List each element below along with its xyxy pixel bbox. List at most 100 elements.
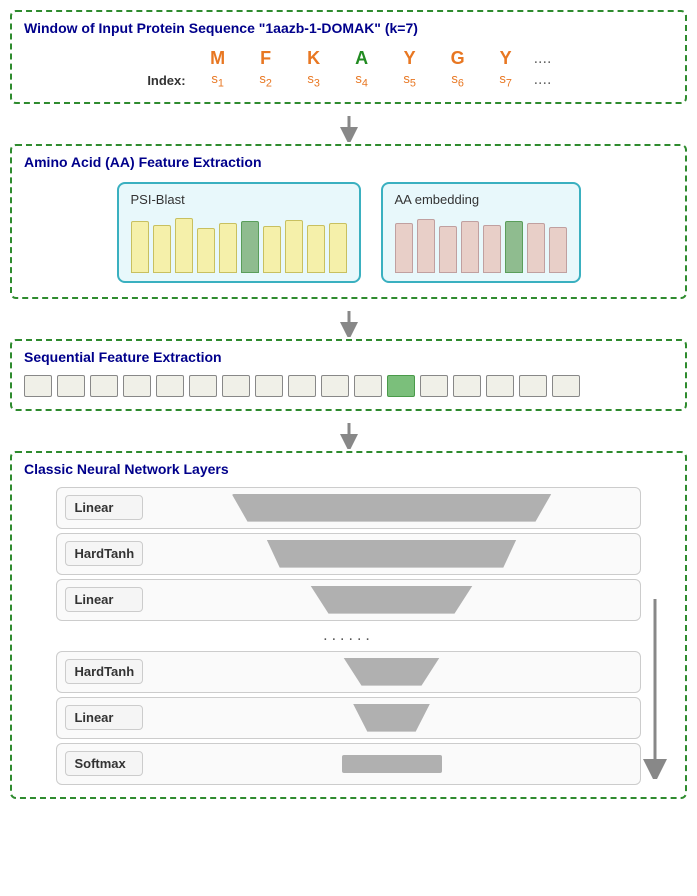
- residue-A: A: [338, 46, 386, 71]
- aa-feature-row: PSI-Blast AA embedding: [24, 176, 673, 289]
- bar-3: [175, 218, 193, 273]
- sq-8: [255, 375, 283, 397]
- residue-dots: ....: [534, 50, 552, 68]
- psi-blast-box: PSI-Blast: [117, 182, 361, 283]
- idx-3: s3: [290, 71, 338, 90]
- idx-6: s6: [434, 71, 482, 90]
- idx-7: s7: [482, 71, 530, 90]
- layer-label-linear-1: Linear: [65, 495, 143, 520]
- bar-1: [131, 221, 149, 273]
- nn-layer-linear-2: Linear: [56, 579, 640, 621]
- bar-4: [197, 228, 215, 273]
- idx-1: s1: [194, 71, 242, 90]
- sq-5: [156, 375, 184, 397]
- section-aa-feature: Amino Acid (AA) Feature Extraction PSI-B…: [10, 144, 687, 299]
- residue-G: G: [434, 46, 482, 71]
- layer-label-hardtanh-2: HardTanh: [65, 659, 143, 684]
- section4-title: Classic Neural Network Layers: [24, 461, 673, 477]
- section-neural-network: Classic Neural Network Layers Linear Har…: [10, 451, 687, 799]
- trap-container-6: [151, 748, 631, 780]
- idx-2: s2: [242, 71, 290, 90]
- embed-bar-1: [395, 223, 413, 273]
- idx-4: s4: [338, 71, 386, 90]
- nn-dots: ......: [323, 627, 374, 645]
- index-dots: ....: [534, 71, 552, 89]
- residue-K: K: [290, 46, 338, 71]
- sq-3: [90, 375, 118, 397]
- embed-bar-3: [439, 226, 457, 273]
- section-sequential-feature: Sequential Feature Extraction: [10, 339, 687, 411]
- trap-container-5: [151, 702, 631, 734]
- sq-10: [321, 375, 349, 397]
- residue-Y2: Y: [482, 46, 530, 71]
- trapezoid-narrow-2: [337, 704, 447, 732]
- bar-8: [285, 220, 303, 273]
- sequential-feature-boxes: [24, 371, 673, 401]
- bar-7: [263, 226, 281, 273]
- psi-blast-bars: [131, 213, 347, 273]
- sq-11: [354, 375, 382, 397]
- residue-Y1: Y: [386, 46, 434, 71]
- embed-bar-4: [461, 221, 479, 273]
- bar-softmax: [342, 755, 442, 773]
- nn-layer-softmax: Softmax: [56, 743, 640, 785]
- trapezoid-medium-1: [262, 540, 522, 568]
- layer-label-hardtanh-1: HardTanh: [65, 541, 143, 566]
- final-arrow-container: [643, 513, 667, 779]
- bar-5: [219, 223, 237, 273]
- sq-6: [189, 375, 217, 397]
- sq-14: [453, 375, 481, 397]
- layer-label-linear-3: Linear: [65, 705, 143, 730]
- bar-6-green: [241, 221, 259, 273]
- embed-bar-6-green: [505, 221, 523, 273]
- sq-9: [288, 375, 316, 397]
- sq-17: [552, 375, 580, 397]
- aa-embed-label: AA embedding: [395, 192, 480, 207]
- aa-embedding-box: AA embedding: [381, 182, 581, 283]
- sq-4: [123, 375, 151, 397]
- index-row: Index: s1 s2 s3 s4 s5 s6 s7 ....: [146, 71, 552, 90]
- bar-2: [153, 225, 171, 273]
- aa-embed-bars: [395, 213, 567, 273]
- layer-label-linear-2: Linear: [65, 587, 143, 612]
- idx-5: s5: [386, 71, 434, 90]
- nn-layer-linear-1: Linear: [56, 487, 640, 529]
- section-protein-sequence: Window of Input Protein Sequence "1aazb-…: [10, 10, 687, 104]
- section1-title: Window of Input Protein Sequence "1aazb-…: [24, 20, 673, 36]
- index-label: Index:: [146, 73, 186, 88]
- trapezoid-very-narrow: [332, 658, 452, 686]
- sequence-table: M F K A Y G Y .... Index: s1 s2 s3 s4 s5…: [24, 42, 673, 94]
- section2-title: Amino Acid (AA) Feature Extraction: [24, 154, 673, 170]
- section3-title: Sequential Feature Extraction: [24, 349, 673, 365]
- residue-row: M F K A Y G Y ....: [146, 46, 552, 71]
- nn-layer-hardtanh-2: HardTanh: [56, 651, 640, 693]
- trapezoid-narrow-1: [302, 586, 482, 614]
- trap-container-3: [151, 584, 631, 616]
- arrow-3: [335, 421, 363, 449]
- final-arrow: [643, 599, 667, 779]
- trap-container-4: [151, 656, 631, 688]
- nn-layer-linear-3: Linear: [56, 697, 640, 739]
- residue-F: F: [242, 46, 290, 71]
- trap-container-1: [151, 492, 631, 524]
- sq-2: [57, 375, 85, 397]
- layer-label-softmax: Softmax: [65, 751, 143, 776]
- sq-7: [222, 375, 250, 397]
- sq-12-green: [387, 375, 415, 397]
- bar-9: [307, 225, 325, 273]
- trapezoid-wide-1: [232, 494, 552, 522]
- arrow-1: [335, 114, 363, 142]
- sq-16: [519, 375, 547, 397]
- embed-bar-2: [417, 219, 435, 273]
- embed-bar-5: [483, 225, 501, 273]
- nn-layer-hardtanh-1: HardTanh: [56, 533, 640, 575]
- sq-1: [24, 375, 52, 397]
- nn-layer-container: Linear HardTanh Linear ...... HardTanh: [24, 483, 673, 789]
- bar-10: [329, 223, 347, 273]
- embed-bar-8: [549, 227, 567, 273]
- psi-blast-label: PSI-Blast: [131, 192, 185, 207]
- sq-13: [420, 375, 448, 397]
- arrow-2: [335, 309, 363, 337]
- embed-bar-7: [527, 223, 545, 273]
- sq-15: [486, 375, 514, 397]
